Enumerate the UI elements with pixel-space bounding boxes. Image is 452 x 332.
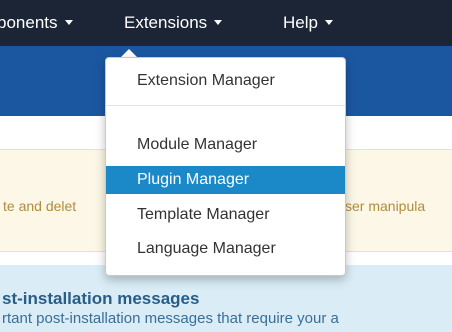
caret-down-icon (324, 20, 333, 25)
menu-item-plugin-manager[interactable]: Plugin Manager (106, 166, 345, 194)
nav-menu-extensions-label: Extensions (124, 13, 208, 32)
dropdown-arrow (121, 49, 137, 57)
page: ponents Extensions Help te and delet ser… (0, 0, 452, 332)
menu-divider (106, 105, 345, 106)
menu-item-template-manager[interactable]: Template Manager (106, 201, 345, 229)
post-installation-messages-text: rtant post-installation messages that re… (2, 310, 339, 327)
nav-menu-components-label: ponents (0, 13, 58, 32)
caret-down-icon (64, 20, 73, 25)
nav-menu-extensions[interactable]: Extensions (124, 0, 223, 46)
menu-item-module-manager[interactable]: Module Manager (106, 131, 345, 159)
nav-menu-help-label: Help (283, 13, 318, 32)
alert-text-left: te and delet (3, 198, 77, 214)
extensions-dropdown-menu: Extension Manager Module Manager Plugin … (105, 57, 346, 276)
menu-item-extension-manager[interactable]: Extension Manager (106, 67, 345, 95)
menu-item-language-manager[interactable]: Language Manager (106, 235, 345, 263)
alert-text-right: ser manipula (345, 198, 426, 214)
top-navbar: ponents Extensions Help (0, 0, 452, 46)
nav-menu-components[interactable]: ponents (0, 0, 73, 46)
nav-menu-help[interactable]: Help (283, 0, 333, 46)
post-installation-messages-title: st-installation messages (2, 289, 200, 308)
caret-down-icon (214, 20, 223, 25)
